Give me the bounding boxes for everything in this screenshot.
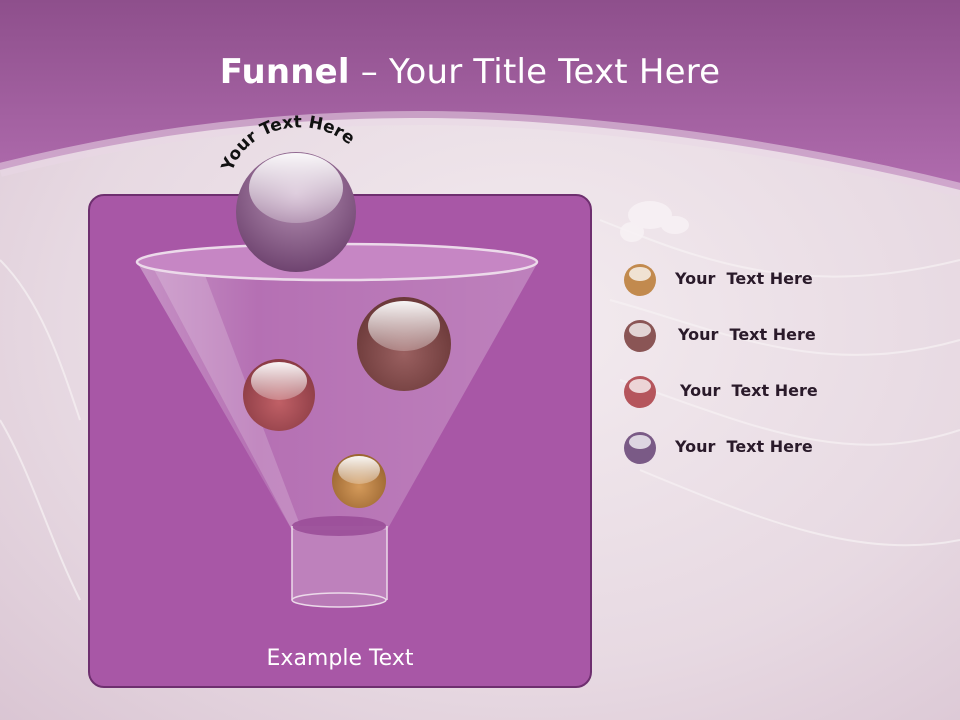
- example-text: Example Text: [266, 646, 414, 671]
- funnel-ball-red: [243, 359, 315, 431]
- slide: Funnel – Your Title Text Here Your Text …: [0, 0, 960, 720]
- legend-label: Your Text Here: [678, 325, 816, 344]
- funnel-top-ball: [236, 152, 356, 272]
- purple-ball-icon: [624, 432, 656, 464]
- legend-item: Your Text Here: [620, 258, 940, 298]
- legend-item: Your Text Here: [620, 370, 940, 410]
- funnel-ball-gold: [332, 454, 386, 508]
- legend-label: Your Text Here: [675, 269, 813, 288]
- funnel-ball-brown: [357, 297, 451, 391]
- legend: Your Text Here Your Text Here Your Text …: [620, 258, 940, 478]
- legend-label: Your Text Here: [680, 381, 818, 400]
- legend-label: Your Text Here: [675, 437, 813, 456]
- gold-ball-icon: [624, 264, 656, 296]
- red-ball-icon: [624, 376, 656, 408]
- legend-item: Your Text Here: [620, 314, 940, 354]
- brown-ball-icon: [624, 320, 656, 352]
- legend-item: Your Text Here: [620, 426, 940, 466]
